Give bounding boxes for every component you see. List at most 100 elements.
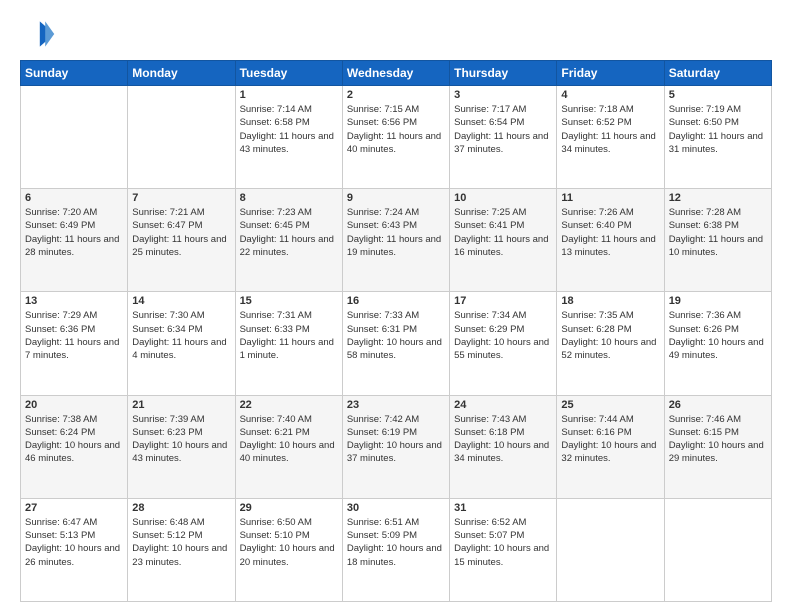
calendar-day-cell: 16Sunrise: 7:33 AMSunset: 6:31 PMDayligh… <box>342 292 449 395</box>
day-info-line: Sunrise: 7:15 AM <box>347 103 445 116</box>
day-info-line: Daylight: 11 hours and 16 minutes. <box>454 233 552 260</box>
day-info: Sunrise: 7:33 AMSunset: 6:31 PMDaylight:… <box>347 309 445 362</box>
weekday-header: Friday <box>557 61 664 86</box>
day-info-line: Sunrise: 7:35 AM <box>561 309 659 322</box>
day-info-line: Sunset: 6:49 PM <box>25 219 123 232</box>
day-info-line: Sunset: 6:21 PM <box>240 426 338 439</box>
day-number: 27 <box>25 502 123 514</box>
day-info-line: Sunset: 6:43 PM <box>347 219 445 232</box>
day-info-line: Daylight: 11 hours and 1 minute. <box>240 336 338 363</box>
day-info: Sunrise: 7:28 AMSunset: 6:38 PMDaylight:… <box>669 206 767 259</box>
calendar-day-cell: 22Sunrise: 7:40 AMSunset: 6:21 PMDayligh… <box>235 395 342 498</box>
day-info-line: Sunset: 6:40 PM <box>561 219 659 232</box>
calendar-day-cell: 25 Sunrise: 7:44 AMSunset: 6:16 PMDayligh… <box>557 395 664 498</box>
calendar-day-cell: 10Sunrise: 7:25 AMSunset: 6:41 PMDayligh… <box>450 189 557 292</box>
day-info-line: Sunrise: 7:26 AM <box>561 206 659 219</box>
day-info: Sunrise: 7:20 AMSunset: 6:49 PMDaylight:… <box>25 206 123 259</box>
day-info-line: Sunrise: 7:28 AM <box>669 206 767 219</box>
calendar-table: SundayMondayTuesdayWednesdayThursdayFrid… <box>20 60 772 602</box>
day-info-line: Sunset: 6:38 PM <box>669 219 767 232</box>
day-number: 9 <box>347 192 445 204</box>
day-info-line: Sunrise: 7:23 AM <box>240 206 338 219</box>
day-info-line: Daylight: 11 hours and 13 minutes. <box>561 233 659 260</box>
day-info-line: Daylight: 11 hours and 28 minutes. <box>25 233 123 260</box>
calendar-day-cell: 17Sunrise: 7:34 AMSunset: 6:29 PMDayligh… <box>450 292 557 395</box>
weekday-header: Tuesday <box>235 61 342 86</box>
day-info-line: Sunrise: 7:46 AM <box>669 413 767 426</box>
day-number: 1 <box>240 89 338 101</box>
day-info: Sunrise: 6:52 AMSunset: 5:07 PMDaylight:… <box>454 516 552 569</box>
day-info-line: Sunset: 6:50 PM <box>669 116 767 129</box>
day-info-line: Sunset: 6:33 PM <box>240 323 338 336</box>
day-info: Sunrise: 7:24 AMSunset: 6:43 PMDaylight:… <box>347 206 445 259</box>
day-number: 25 <box>561 399 659 411</box>
day-info: Sunrise: 7:38 AMSunset: 6:24 PMDaylight:… <box>25 413 123 466</box>
day-info: Sunrise: 7:29 AMSunset: 6:36 PMDaylight:… <box>25 309 123 362</box>
day-number: 12 <box>669 192 767 204</box>
day-info-line: Sunrise: 7:34 AM <box>454 309 552 322</box>
calendar-week-row: 27 Sunrise: 6:47 AMSunset: 5:13 PM Dayligh… <box>21 498 772 601</box>
logo <box>20 16 62 52</box>
calendar-day-cell: 26Sunrise: 7:46 AMSunset: 6:15 PMDayligh… <box>664 395 771 498</box>
day-info: Sunrise: 6:51 AMSunset: 5:09 PMDaylight:… <box>347 516 445 569</box>
day-info: Sunrise: 7:19 AMSunset: 6:50 PMDaylight:… <box>669 103 767 156</box>
day-info: Sunrise: 7:40 AMSunset: 6:21 PMDaylight:… <box>240 413 338 466</box>
day-info-line: Daylight: 10 hours and 23 minutes. <box>132 542 230 569</box>
day-info-line: Daylight: 10 hours and 55 minutes. <box>454 336 552 363</box>
day-info-line: Sunset: 6:52 PM <box>561 116 659 129</box>
day-info: Sunrise: 6:48 AMSunset: 5:12 PMDaylight:… <box>132 516 230 569</box>
day-number: 17 <box>454 295 552 307</box>
calendar-day-cell: 5 Sunrise: 7:19 AMSunset: 6:50 PMDaylight… <box>664 86 771 189</box>
day-info-line: Sunrise: 7:17 AM <box>454 103 552 116</box>
day-number: 29 <box>240 502 338 514</box>
day-number: 30 <box>347 502 445 514</box>
logo-icon <box>20 16 56 52</box>
calendar-day-cell <box>128 86 235 189</box>
day-number: 5 <box>669 89 767 101</box>
day-info-line: Sunset: 6:24 PM <box>25 426 123 439</box>
calendar-day-cell: 20Sunrise: 7:38 AMSunset: 6:24 PMDayligh… <box>21 395 128 498</box>
day-info-line: Sunset: 5:07 PM <box>454 529 552 542</box>
day-number: 6 <box>25 192 123 204</box>
day-number: 2 <box>347 89 445 101</box>
calendar-day-cell <box>664 498 771 601</box>
calendar-day-cell: 12 Sunrise: 7:28 AMSunset: 6:38 PMDayligh… <box>664 189 771 292</box>
day-info-line: Daylight: 10 hours and 32 minutes. <box>561 439 659 466</box>
day-info-line: Sunset: 6:28 PM <box>561 323 659 336</box>
day-info-line: Daylight: 10 hours and 58 minutes. <box>347 336 445 363</box>
day-info-line: Sunrise: 7:42 AM <box>347 413 445 426</box>
calendar-day-cell: 2Sunrise: 7:15 AMSunset: 6:56 PMDaylight… <box>342 86 449 189</box>
day-info: Sunrise: 7:18 AMSunset: 6:52 PMDaylight:… <box>561 103 659 156</box>
day-info-line: Sunrise: 6:47 AM <box>25 516 123 529</box>
calendar-day-cell <box>21 86 128 189</box>
day-info-line: Sunset: 6:47 PM <box>132 219 230 232</box>
day-info-line: Sunset: 6:19 PM <box>347 426 445 439</box>
day-info-line: Sunset: 6:31 PM <box>347 323 445 336</box>
day-info-line: Sunrise: 7:19 AM <box>669 103 767 116</box>
calendar-day-cell: 29Sunrise: 6:50 AMSunset: 5:10 PMDayligh… <box>235 498 342 601</box>
day-info: Sunrise: 7:43 AMSunset: 6:18 PMDaylight:… <box>454 413 552 466</box>
day-number: 4 <box>561 89 659 101</box>
header <box>20 16 772 52</box>
day-info-line: Daylight: 10 hours and 20 minutes. <box>240 542 338 569</box>
calendar-day-cell: 7Sunrise: 7:21 AMSunset: 6:47 PMDaylight… <box>128 189 235 292</box>
day-info-line: Sunrise: 6:48 AM <box>132 516 230 529</box>
calendar-day-cell: 3Sunrise: 7:17 AMSunset: 6:54 PMDaylight… <box>450 86 557 189</box>
day-info-line: Sunrise: 7:30 AM <box>132 309 230 322</box>
day-info-line: Daylight: 11 hours and 10 minutes. <box>669 233 767 260</box>
day-info-line: Daylight: 10 hours and 46 minutes. <box>25 439 123 466</box>
day-info-line: Sunset: 5:13 PM <box>25 529 123 542</box>
day-info: Sunrise: 7:44 AMSunset: 6:16 PMDaylight:… <box>561 413 659 466</box>
day-info: Sunrise: 7:35 AMSunset: 6:28 PMDaylight:… <box>561 309 659 362</box>
day-info-line: Sunset: 6:26 PM <box>669 323 767 336</box>
day-info-line: Sunset: 6:45 PM <box>240 219 338 232</box>
day-info-line: Sunrise: 7:33 AM <box>347 309 445 322</box>
day-info-line: Daylight: 11 hours and 31 minutes. <box>669 130 767 157</box>
day-info: Sunrise: 7:36 AMSunset: 6:26 PMDaylight:… <box>669 309 767 362</box>
day-info-line: Daylight: 10 hours and 40 minutes. <box>240 439 338 466</box>
day-number: 7 <box>132 192 230 204</box>
day-info-line: Sunrise: 7:14 AM <box>240 103 338 116</box>
day-info: Sunrise: 7:31 AMSunset: 6:33 PMDaylight:… <box>240 309 338 362</box>
day-info-line: Daylight: 11 hours and 37 minutes. <box>454 130 552 157</box>
day-info-line: Sunrise: 7:38 AM <box>25 413 123 426</box>
